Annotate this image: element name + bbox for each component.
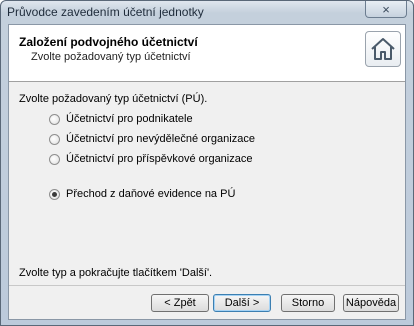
wizard-window: Průvodce zavedením účetní jednotky × Zal… [0, 0, 414, 326]
title-bar: Průvodce zavedením účetní jednotky × [1, 1, 413, 23]
window-title: Průvodce zavedením účetní jednotky [7, 5, 204, 19]
option-label: Účetnictví pro nevýdělečné organizace [66, 133, 255, 145]
hint-text: Zvolte typ a pokračujte tlačítkem 'Další… [19, 267, 213, 279]
back-button[interactable]: < Zpět [151, 294, 209, 312]
page-subtitle: Zvolte požadovaný typ účetnictví [31, 51, 191, 63]
wizard-body: Založení podvojného účetnictví Zvolte po… [8, 24, 406, 320]
close-button[interactable]: × [365, 1, 407, 18]
option-label: Účetnictví pro podnikatele [66, 113, 193, 125]
help-button[interactable]: Nápověda [343, 294, 399, 312]
page-title: Založení podvojného účetnictví [19, 35, 198, 49]
option-prechod[interactable]: Přechod z daňové evidence na PÚ [49, 187, 235, 201]
radio-button[interactable] [49, 133, 60, 145]
next-button[interactable]: Další > [213, 294, 271, 312]
option-prispevkove[interactable]: Účetnictví pro příspěvkové organizace [49, 152, 252, 166]
radio-button[interactable] [49, 113, 60, 125]
radio-button-checked[interactable] [49, 188, 60, 200]
wizard-header: Založení podvojného účetnictví Zvolte po… [9, 25, 405, 82]
type-prompt: Zvolte požadovaný typ účetnictví (PÚ). [19, 93, 208, 105]
radio-button[interactable] [49, 153, 60, 165]
option-label: Přechod z daňové evidence na PÚ [66, 188, 236, 200]
button-bar: < Zpět Další > Storno Nápověda [9, 285, 405, 320]
home-icon [371, 38, 395, 60]
cancel-button[interactable]: Storno [281, 294, 335, 312]
close-icon: × [382, 1, 390, 17]
option-podnikatele[interactable]: Účetnictví pro podnikatele [49, 112, 193, 126]
option-nevydelecne[interactable]: Účetnictví pro nevýdělečné organizace [49, 132, 255, 146]
home-button[interactable] [365, 31, 401, 67]
option-label: Účetnictví pro příspěvkové organizace [66, 153, 253, 165]
